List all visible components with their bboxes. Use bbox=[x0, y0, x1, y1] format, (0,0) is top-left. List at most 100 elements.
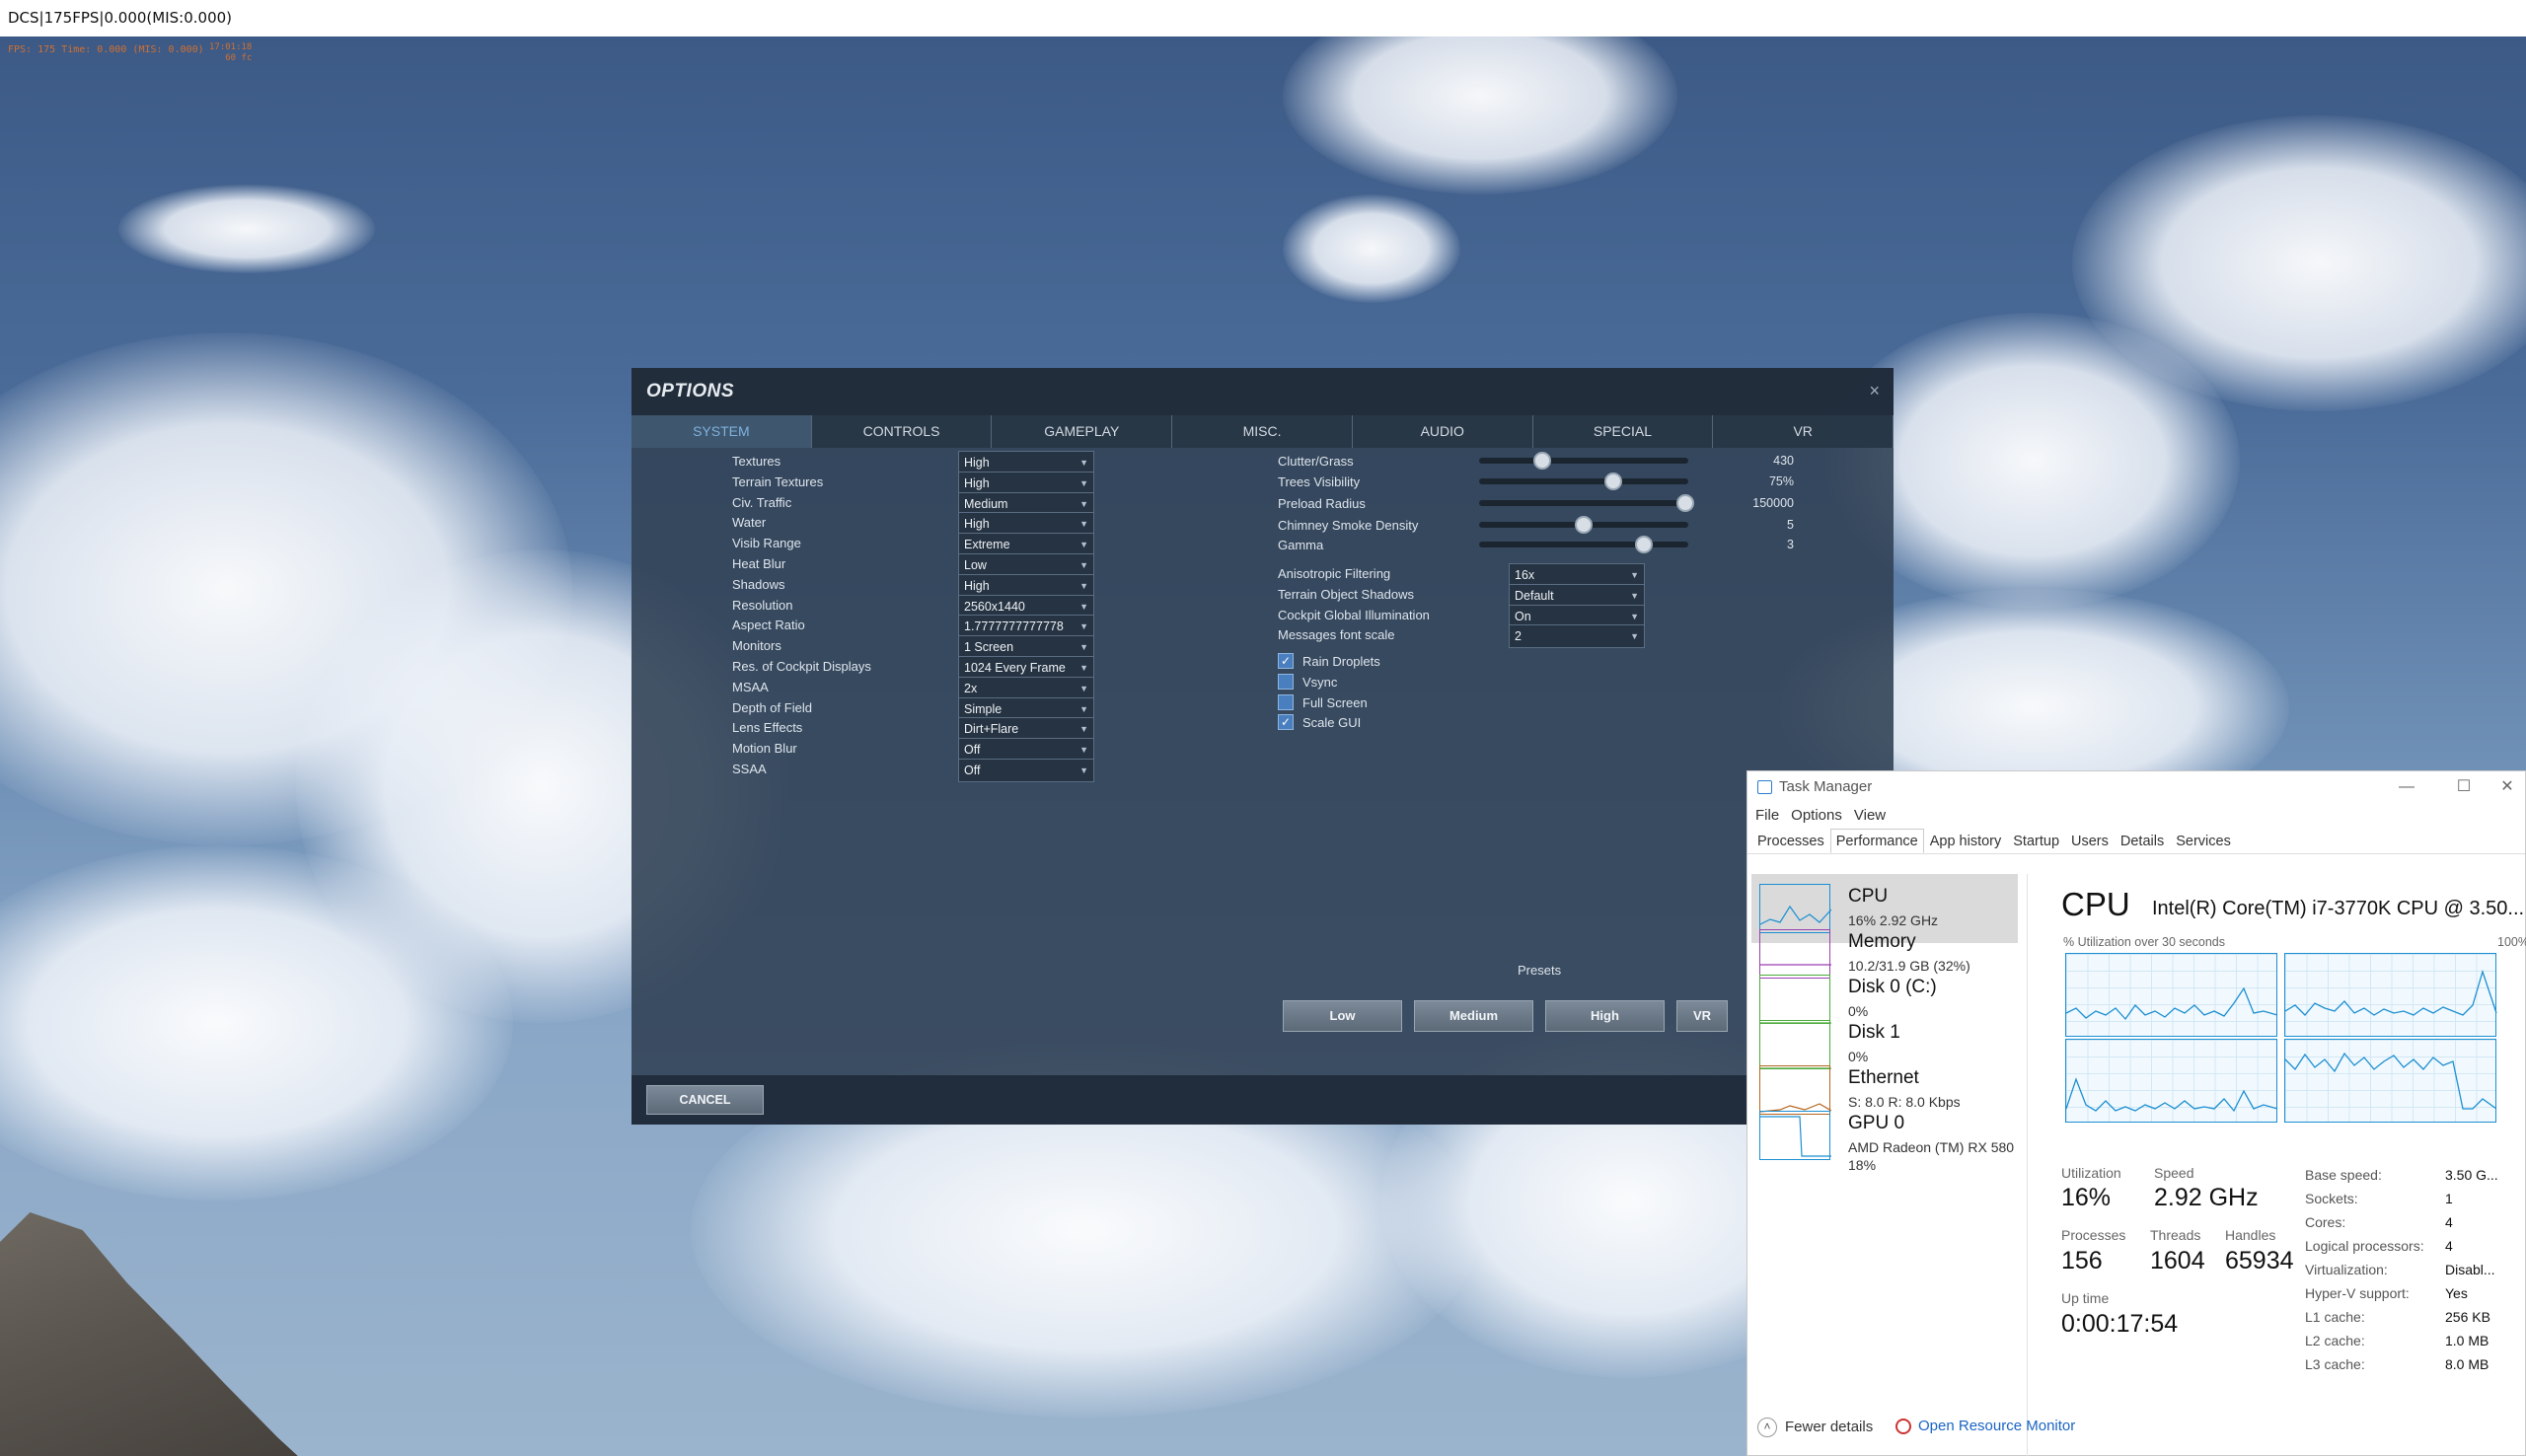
setting-dropdown[interactable]: Off ▼ bbox=[958, 759, 1094, 782]
slider-value: 5 bbox=[1787, 518, 1794, 532]
menu-file[interactable]: File bbox=[1755, 807, 1779, 824]
checkbox-label: Full Screen bbox=[1302, 694, 1368, 710]
setting-dropdown[interactable]: 2 ▼ bbox=[1509, 624, 1645, 649]
chevron-down-icon: ▼ bbox=[1079, 724, 1088, 735]
slider-value: 75% bbox=[1768, 474, 1794, 488]
close-icon[interactable]: ✕ bbox=[2488, 771, 2526, 803]
tab-performance[interactable]: Performance bbox=[1829, 829, 1924, 853]
spec-label: Cores: bbox=[2305, 1214, 2346, 1230]
checkbox[interactable] bbox=[1278, 693, 1294, 710]
slider-handle[interactable] bbox=[1575, 516, 1593, 534]
setting-label: Motion Blur bbox=[732, 741, 797, 757]
slider-handle[interactable] bbox=[1635, 536, 1654, 553]
setting-label: Heat Blur bbox=[732, 556, 786, 571]
resource-monitor-label: Open Resource Monitor bbox=[1918, 1418, 2076, 1434]
preset-button-high[interactable]: High bbox=[1545, 1000, 1665, 1032]
tab-audio[interactable]: AUDIO bbox=[1353, 415, 1533, 448]
chevron-down-icon: ▼ bbox=[1079, 663, 1088, 673]
maximize-icon[interactable]: ☐ bbox=[2444, 771, 2484, 803]
slider-label: Gamma bbox=[1278, 538, 1324, 552]
uptime-value: 0:00:17:54 bbox=[2061, 1310, 2179, 1338]
slider-handle[interactable] bbox=[1603, 473, 1622, 490]
speed-label: Speed bbox=[2154, 1165, 2194, 1181]
slider-label: Chimney Smoke Density bbox=[1278, 518, 1419, 533]
cloud bbox=[1283, 194, 1460, 303]
resource-name: Disk 1 bbox=[1848, 1022, 1900, 1043]
checkbox-label: Vsync bbox=[1302, 674, 1338, 690]
threads-value: 1604 bbox=[2150, 1247, 2205, 1274]
chevron-down-icon: ▼ bbox=[1079, 683, 1088, 693]
chevron-down-icon: ▼ bbox=[1079, 458, 1088, 468]
tab-misc[interactable]: MISC. bbox=[1172, 415, 1353, 448]
tab-users[interactable]: Users bbox=[2065, 829, 2115, 853]
preset-button-vr[interactable]: VR bbox=[1676, 1000, 1728, 1032]
resource-name: GPU 0 bbox=[1848, 1113, 1905, 1133]
close-icon[interactable]: × bbox=[1869, 382, 1880, 400]
chevron-down-icon: ▼ bbox=[1630, 570, 1639, 580]
preset-button-low[interactable]: Low bbox=[1283, 1000, 1402, 1032]
spec-label: Base speed: bbox=[2305, 1167, 2382, 1183]
slider-track[interactable] bbox=[1479, 516, 1688, 534]
spec-value: 1 bbox=[2445, 1191, 2453, 1206]
checkbox[interactable]: ✓ bbox=[1278, 714, 1294, 731]
tab-vr[interactable]: VR bbox=[1713, 415, 1894, 448]
dropdown-value: Off bbox=[964, 764, 981, 777]
task-manager-window: Task Manager — ☐ ✕ File Options View Proce… bbox=[1746, 770, 2526, 1456]
slider-track[interactable] bbox=[1479, 536, 1688, 553]
menu-view[interactable]: View bbox=[1854, 807, 1886, 824]
slider-handle[interactable] bbox=[1675, 494, 1694, 512]
tab-gameplay[interactable]: GAMEPLAY bbox=[992, 415, 1173, 448]
slider-track[interactable] bbox=[1479, 494, 1694, 512]
setting-label: Lens Effects bbox=[732, 720, 803, 736]
setting-label: Anisotropic Filtering bbox=[1278, 566, 1391, 581]
tm-tabs: Processes Performance App history Startup Us… bbox=[1747, 829, 2525, 854]
tab-services[interactable]: Services bbox=[2170, 829, 2237, 853]
uptime-label: Up time bbox=[2061, 1290, 2110, 1306]
chevron-up-icon: ˄ bbox=[1757, 1418, 1777, 1437]
fewer-details-link[interactable]: ˄ Fewer details bbox=[1757, 1418, 1873, 1437]
minimize-icon[interactable]: — bbox=[2387, 771, 2426, 803]
tab-controls[interactable]: CONTROLS bbox=[812, 415, 993, 448]
dropdown-value: High bbox=[964, 456, 990, 470]
chevron-down-icon: ▼ bbox=[1079, 621, 1088, 632]
cancel-button[interactable]: CANCEL bbox=[646, 1085, 764, 1115]
speed-value: 2.92 GHz bbox=[2154, 1184, 2259, 1211]
utilization-label: Utilization bbox=[2061, 1165, 2121, 1181]
setting-label: SSAA bbox=[732, 762, 767, 776]
resource-name: CPU bbox=[1848, 886, 1889, 907]
checkbox-label: Scale GUI bbox=[1302, 715, 1362, 731]
checkbox[interactable] bbox=[1278, 673, 1294, 690]
tab-app-history[interactable]: App history bbox=[1924, 829, 2008, 853]
chevron-down-icon: ▼ bbox=[1079, 560, 1088, 570]
tab-details[interactable]: Details bbox=[2115, 829, 2170, 853]
chevron-down-icon: ▼ bbox=[1630, 590, 1639, 601]
spec-label: Logical processors: bbox=[2305, 1238, 2424, 1254]
dropdown-value: Off bbox=[964, 743, 981, 758]
processes-label: Processes bbox=[2061, 1227, 2126, 1243]
spec-label: Virtualization: bbox=[2305, 1262, 2388, 1277]
checkbox[interactable]: ✓ bbox=[1278, 653, 1294, 669]
dropdown-value: 2560x1440 bbox=[964, 599, 1025, 614]
tm-titlebar: Task Manager — ☐ ✕ bbox=[1747, 771, 2525, 803]
chevron-down-icon: ▼ bbox=[1079, 765, 1088, 775]
menu-options[interactable]: Options bbox=[1791, 807, 1842, 824]
resource-gpu0[interactable]: GPU 0 AMD Radeon (TM) RX 580 18% bbox=[1751, 1101, 2018, 1173]
options-title: OPTIONS bbox=[632, 368, 1894, 415]
tab-processes[interactable]: Processes bbox=[1751, 829, 1830, 853]
dropdown-value: Extreme bbox=[964, 538, 1010, 552]
tab-system[interactable]: SYSTEM bbox=[632, 415, 812, 448]
slider-track[interactable] bbox=[1479, 473, 1688, 490]
preset-button-medium[interactable]: Medium bbox=[1414, 1000, 1533, 1032]
slider-track[interactable] bbox=[1479, 452, 1688, 470]
tab-startup[interactable]: Startup bbox=[2007, 829, 2065, 853]
setting-label: Cockpit Global Illumination bbox=[1278, 607, 1430, 622]
spec-value: 8.0 MB bbox=[2445, 1356, 2489, 1372]
setting-label: Shadows bbox=[732, 576, 785, 592]
tab-special[interactable]: SPECIAL bbox=[1533, 415, 1714, 448]
slider-handle[interactable] bbox=[1532, 452, 1551, 470]
open-resource-monitor-link[interactable]: Open Resource Monitor bbox=[1895, 1418, 2076, 1435]
cloud bbox=[118, 184, 375, 273]
spec-label: Hyper-V support: bbox=[2305, 1285, 2410, 1301]
slider-label: Trees Visibility bbox=[1278, 474, 1361, 489]
task-manager-icon bbox=[1757, 780, 1772, 794]
